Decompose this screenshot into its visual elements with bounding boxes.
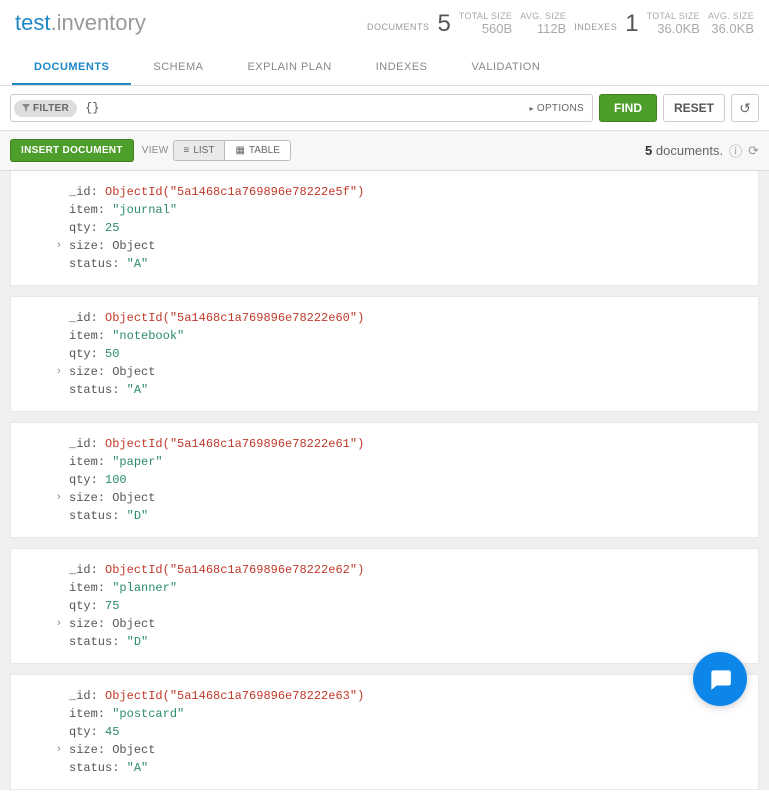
- filter-bar: FILTER {} OPTIONS FIND RESET ↺: [0, 86, 769, 131]
- field-status: status: "A": [69, 759, 758, 777]
- field-id: _id: ObjectId("5a1468c1a769896e78222e5f"…: [69, 183, 758, 201]
- tab-documents[interactable]: DOCUMENTS: [12, 51, 131, 85]
- field-qty: qty: 100: [69, 471, 758, 489]
- field-status: status: "A": [69, 381, 758, 399]
- history-icon: ↺: [739, 100, 751, 117]
- view-list-button[interactable]: ≡ LIST: [174, 141, 225, 160]
- field-item: item: "planner": [69, 579, 758, 597]
- filter-pill: FILTER: [14, 100, 77, 117]
- document-card[interactable]: _id: ObjectId("5a1468c1a769896e78222e63"…: [10, 674, 759, 790]
- info-icon[interactable]: ⓘ: [729, 141, 742, 160]
- field-status: status: "D": [69, 507, 758, 525]
- field-item: item: "notebook": [69, 327, 758, 345]
- view-toggle: ≡ LIST ▦ TABLE: [173, 140, 291, 161]
- doc-total-size: TOTAL SIZE 560B: [459, 11, 512, 36]
- idx-total-size: TOTAL SIZE 36.0KB: [647, 11, 700, 36]
- chat-icon: [707, 666, 733, 692]
- field-id: _id: ObjectId("5a1468c1a769896e78222e61"…: [69, 435, 758, 453]
- field-status: status: "D": [69, 633, 758, 651]
- db-name: test: [15, 10, 50, 35]
- field-id: _id: ObjectId("5a1468c1a769896e78222e63"…: [69, 687, 758, 705]
- filter-input[interactable]: FILTER {} OPTIONS: [10, 94, 593, 122]
- field-id: _id: ObjectId("5a1468c1a769896e78222e62"…: [69, 561, 758, 579]
- chat-button[interactable]: [693, 652, 747, 706]
- history-button[interactable]: ↺: [731, 94, 759, 122]
- field-size[interactable]: size: Object: [69, 237, 758, 255]
- tab-bar: DOCUMENTS SCHEMA EXPLAIN PLAN INDEXES VA…: [0, 51, 769, 86]
- find-button[interactable]: FIND: [599, 94, 657, 122]
- list-icon: ≡: [184, 145, 190, 156]
- idx-avg-size: AVG. SIZE 36.0KB: [708, 11, 754, 36]
- refresh-icon[interactable]: ⟳: [748, 143, 759, 159]
- doc-avg-size: AVG. SIZE 112B: [520, 11, 566, 36]
- toolbar: INSERT DOCUMENT VIEW ≡ LIST ▦ TABLE 5 do…: [0, 131, 769, 171]
- stat-documents: DOCUMENTS 5 TOTAL SIZE 560B AVG. SIZE 11…: [367, 11, 566, 36]
- field-id: _id: ObjectId("5a1468c1a769896e78222e60"…: [69, 309, 758, 327]
- field-status: status: "A": [69, 255, 758, 273]
- tab-indexes[interactable]: INDEXES: [354, 51, 450, 85]
- field-qty: qty: 50: [69, 345, 758, 363]
- indexes-label: INDEXES: [574, 22, 617, 36]
- result-count: 5 documents. ⓘ ⟳: [645, 141, 759, 160]
- filter-value[interactable]: {}: [77, 101, 521, 115]
- document-card[interactable]: _id: ObjectId("5a1468c1a769896e78222e61"…: [10, 422, 759, 538]
- documents-label: DOCUMENTS: [367, 22, 430, 36]
- tab-schema[interactable]: SCHEMA: [131, 51, 225, 85]
- view-label: VIEW: [142, 145, 169, 156]
- view-table-button[interactable]: ▦ TABLE: [224, 141, 289, 160]
- field-qty: qty: 75: [69, 597, 758, 615]
- field-item: item: "postcard": [69, 705, 758, 723]
- namespace-title: test.inventory: [15, 10, 146, 36]
- field-size[interactable]: size: Object: [69, 363, 758, 381]
- filter-icon: [22, 104, 30, 112]
- header-stats: DOCUMENTS 5 TOTAL SIZE 560B AVG. SIZE 11…: [367, 11, 754, 36]
- reset-button[interactable]: RESET: [663, 94, 725, 122]
- field-size[interactable]: size: Object: [69, 741, 758, 759]
- field-qty: qty: 45: [69, 723, 758, 741]
- header: test.inventory DOCUMENTS 5 TOTAL SIZE 56…: [0, 0, 769, 41]
- document-card[interactable]: _id: ObjectId("5a1468c1a769896e78222e5f"…: [10, 171, 759, 286]
- field-item: item: "journal": [69, 201, 758, 219]
- insert-document-button[interactable]: INSERT DOCUMENT: [10, 139, 134, 162]
- field-size[interactable]: size: Object: [69, 489, 758, 507]
- field-qty: qty: 25: [69, 219, 758, 237]
- document-list: _id: ObjectId("5a1468c1a769896e78222e5f"…: [0, 171, 769, 790]
- documents-count: 5: [437, 12, 450, 36]
- document-card[interactable]: _id: ObjectId("5a1468c1a769896e78222e60"…: [10, 296, 759, 412]
- stat-indexes: INDEXES 1 TOTAL SIZE 36.0KB AVG. SIZE 36…: [574, 11, 754, 36]
- field-item: item: "paper": [69, 453, 758, 471]
- table-icon: ▦: [235, 145, 244, 156]
- indexes-count: 1: [625, 12, 638, 36]
- tab-explain-plan[interactable]: EXPLAIN PLAN: [225, 51, 353, 85]
- tab-validation[interactable]: VALIDATION: [450, 51, 563, 85]
- field-size[interactable]: size: Object: [69, 615, 758, 633]
- options-button[interactable]: OPTIONS: [522, 103, 592, 114]
- document-card[interactable]: _id: ObjectId("5a1468c1a769896e78222e62"…: [10, 548, 759, 664]
- coll-name: .inventory: [50, 10, 145, 35]
